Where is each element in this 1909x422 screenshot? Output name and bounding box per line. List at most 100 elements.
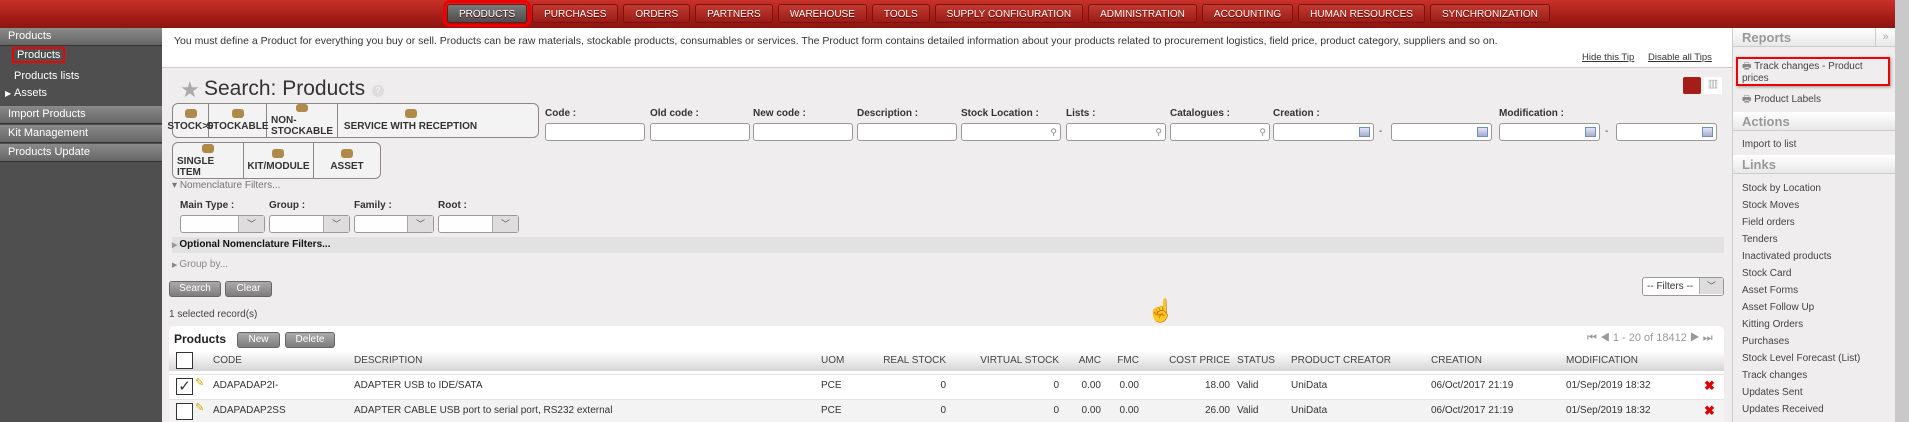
- lists-input[interactable]: ⚲: [1066, 123, 1166, 141]
- edit-pencil-icon[interactable]: ✎: [195, 401, 204, 414]
- menu-human-resources[interactable]: HUMAN RESOURCES: [1298, 4, 1425, 23]
- sidebar-section-import-products[interactable]: Import Products: [0, 106, 162, 124]
- search-icon: ⚲: [1050, 127, 1057, 137]
- link-purchases[interactable]: Purchases: [1742, 336, 1789, 347]
- menu-supply-configuration[interactable]: SUPPLY CONFIGURATION: [934, 4, 1084, 23]
- delete-row-icon[interactable]: ✖: [1704, 378, 1715, 394]
- sidebar-item-products[interactable]: Products: [0, 47, 162, 64]
- link-inactivated-products[interactable]: Inactivated products: [1742, 251, 1832, 262]
- table-row[interactable]: ✎ ADAPADAP2SS ADAPTER CABLE USB port to se…: [169, 399, 1724, 422]
- filter-asset-button[interactable]: ASSET: [314, 143, 380, 178]
- link-stock-by-location[interactable]: Stock by Location: [1742, 183, 1821, 194]
- row-checkbox[interactable]: ✓: [176, 378, 193, 395]
- filter-stock-0-button[interactable]: STOCK>0: [167, 104, 214, 137]
- nomenclature-filters-toggle[interactable]: ▾ Nomenclature Filters...: [172, 180, 280, 191]
- column-header-fmc[interactable]: FMC: [1109, 351, 1139, 370]
- filter-non-stockable-button[interactable]: NON-STOCKABLE: [267, 104, 338, 137]
- sidebar-section-products-update[interactable]: Products Update: [0, 144, 162, 162]
- root-select[interactable]: ﹀: [438, 215, 519, 233]
- link-updates-received[interactable]: Updates Received: [1742, 404, 1824, 415]
- column-header-amc[interactable]: AMC: [1069, 351, 1101, 370]
- new-code-input[interactable]: [753, 123, 853, 141]
- optional-nomenclature-filters-toggle[interactable]: ▶ Optional Nomenclature Filters...: [172, 237, 1724, 253]
- help-icon[interactable]: ?: [372, 85, 384, 97]
- list-view-icon[interactable]: [1683, 77, 1701, 94]
- clear-button[interactable]: Clear: [225, 281, 272, 297]
- modification-input[interactable]: [1499, 123, 1600, 141]
- filter-service-with-reception-button[interactable]: SERVICE WITH RECEPTION: [338, 104, 483, 137]
- menu-products[interactable]: PRODUCTS: [442, 0, 532, 27]
- code-input[interactable]: [545, 123, 645, 141]
- report-product-labels[interactable]: 🖶 Product Labels: [1742, 92, 1821, 109]
- column-header-modification[interactable]: MODIFICATION: [1566, 351, 1638, 370]
- favorite-star-icon[interactable]: ★: [180, 77, 200, 103]
- collapse-panel-icon[interactable]: »: [1875, 28, 1895, 47]
- link-updates-sent[interactable]: Updates Sent: [1742, 387, 1803, 398]
- filter-kit-module-button[interactable]: KIT/MODULE: [244, 143, 314, 178]
- filter-stockable-button[interactable]: STOCKABLE: [206, 104, 269, 137]
- hide-tip-link[interactable]: Hide this Tip: [1582, 52, 1634, 63]
- link-stock-moves[interactable]: Stock Moves: [1742, 200, 1799, 211]
- catalogues-input[interactable]: ⚲: [1170, 123, 1270, 141]
- grid-view-icon[interactable]: ▥: [1704, 77, 1722, 94]
- link-stock-level-forecast-list[interactable]: Stock Level Forecast (List): [1742, 353, 1860, 364]
- next-page-icon[interactable]: ▶: [1690, 332, 1700, 344]
- menu-partners[interactable]: PARTNERS: [695, 4, 773, 23]
- report-track-changes-product-prices[interactable]: 🖶 Track changes - Product prices: [1736, 57, 1890, 86]
- first-page-icon[interactable]: ⏮: [1587, 332, 1597, 344]
- column-header-description[interactable]: DESCRIPTION: [354, 351, 422, 370]
- stock-location-input[interactable]: ⚲: [961, 123, 1061, 141]
- column-header-cost-price[interactable]: COST PRICE: [1159, 351, 1230, 370]
- link-track-changes[interactable]: Track changes: [1742, 370, 1807, 381]
- creation-input[interactable]: [1273, 123, 1374, 141]
- search-button[interactable]: Search: [169, 281, 221, 297]
- select-all-checkbox[interactable]: [176, 352, 193, 369]
- sidebar-header-products[interactable]: Products: [0, 28, 162, 46]
- column-header-creation[interactable]: CREATION: [1431, 351, 1482, 370]
- column-header-product-creator[interactable]: PRODUCT CREATOR: [1291, 351, 1391, 370]
- sidebar-item-products-lists[interactable]: Products lists: [0, 68, 162, 85]
- delete-row-icon[interactable]: ✖: [1704, 403, 1715, 419]
- group-select[interactable]: ﹀: [269, 215, 350, 233]
- disable-tips-link[interactable]: Disable all Tips: [1648, 52, 1712, 63]
- action-import-to-list[interactable]: Import to list: [1742, 139, 1796, 150]
- column-header-code[interactable]: CODE: [213, 351, 242, 370]
- creation-to-input[interactable]: [1391, 123, 1492, 141]
- delete-button[interactable]: Delete: [285, 332, 335, 348]
- link-asset-forms[interactable]: Asset Forms: [1742, 285, 1798, 296]
- main-type-select[interactable]: ﹀: [180, 215, 265, 233]
- last-page-icon[interactable]: ⏭: [1703, 332, 1713, 344]
- menu-orders[interactable]: ORDERS: [623, 4, 691, 23]
- box-icon: [272, 149, 285, 158]
- menu-purchases[interactable]: PURCHASES: [532, 4, 619, 23]
- group-by-toggle[interactable]: ▶ Group by...: [172, 259, 228, 270]
- menu-synchronization[interactable]: SYNCHRONIZATION: [1429, 4, 1550, 23]
- link-stock-card[interactable]: Stock Card: [1742, 268, 1791, 279]
- old-code-input[interactable]: [650, 123, 750, 141]
- column-header-uom[interactable]: UOM: [821, 351, 844, 370]
- column-header-virtual-stock[interactable]: VIRTUAL STOCK: [969, 351, 1059, 370]
- filter-single-item-button[interactable]: SINGLE ITEM: [173, 143, 244, 178]
- table-row[interactable]: ✓ ✎ ADAPADAP2I- ADAPTER USB to IDE/SATA PCE 0…: [169, 374, 1724, 397]
- menu-warehouse[interactable]: WAREHOUSE: [777, 4, 867, 23]
- column-header-status[interactable]: STATUS: [1237, 351, 1275, 370]
- modification-to-input[interactable]: [1616, 123, 1717, 141]
- link-tenders[interactable]: Tenders: [1742, 234, 1778, 245]
- column-header-real-stock[interactable]: REAL STOCK: [869, 351, 946, 370]
- menu-administration[interactable]: ADMINISTRATION: [1088, 4, 1197, 23]
- link-kitting-orders[interactable]: Kitting Orders: [1742, 319, 1803, 330]
- link-field-orders[interactable]: Field orders: [1742, 217, 1795, 228]
- link-asset-follow-up[interactable]: Asset Follow Up: [1742, 302, 1814, 313]
- new-button[interactable]: New: [237, 332, 280, 348]
- scrollbar[interactable]: [1895, 0, 1909, 422]
- row-checkbox[interactable]: [176, 403, 193, 420]
- menu-tools[interactable]: TOOLS: [871, 4, 930, 23]
- sidebar-section-kit-management[interactable]: Kit Management: [0, 125, 162, 143]
- family-select[interactable]: ﹀: [354, 215, 434, 233]
- description-input[interactable]: [857, 123, 957, 141]
- edit-pencil-icon[interactable]: ✎: [195, 376, 204, 389]
- sidebar-item-assets[interactable]: ▶ Assets: [0, 85, 162, 102]
- filters-select[interactable]: -- Filters -- ﹀: [1642, 277, 1724, 296]
- menu-accounting[interactable]: ACCOUNTING: [1201, 4, 1294, 23]
- prev-page-icon[interactable]: ◀: [1600, 332, 1610, 344]
